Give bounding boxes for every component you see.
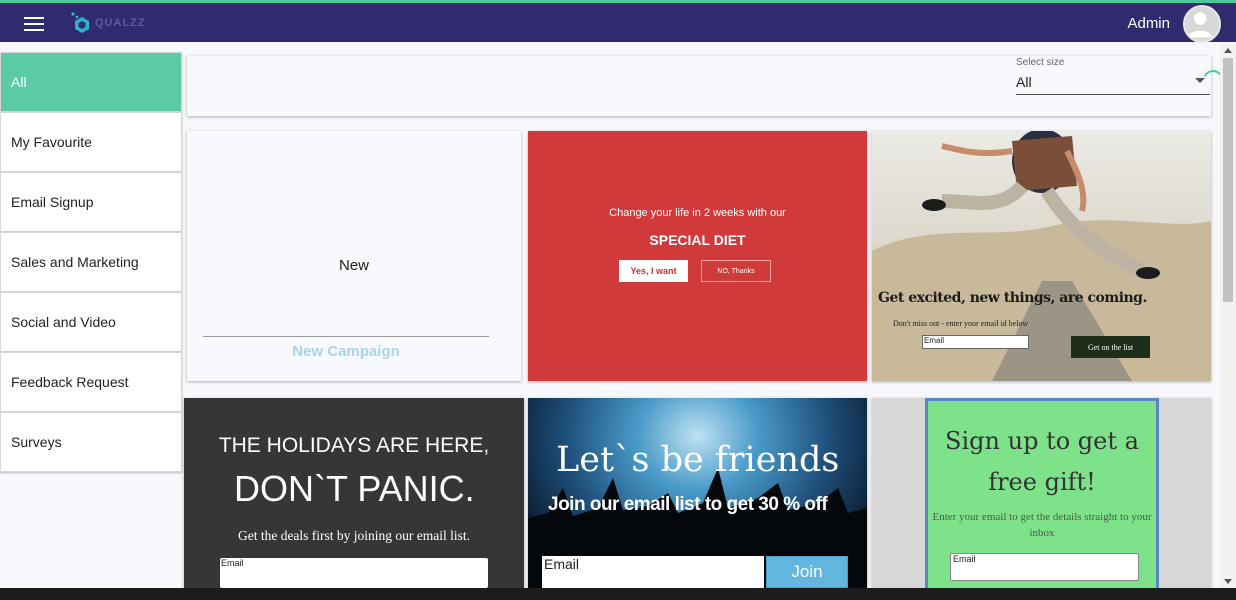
size-select[interactable]: All xyxy=(1016,74,1032,90)
gift-headline: Sign up to get a free gift! xyxy=(945,427,1139,496)
diet-intro-text: Change your life in 2 weeks with our xyxy=(609,207,786,219)
new-campaign-card[interactable]: New New Campaign xyxy=(187,131,521,381)
no-thanks-button[interactable]: NO, Thanks xyxy=(701,260,771,282)
sidebar-item-label: Sales and Marketing xyxy=(11,254,139,270)
template-card-get-excited[interactable]: Get excited, new things, are coming. Don… xyxy=(872,131,1211,381)
sidebar-item-label: Feedback Request xyxy=(11,374,129,390)
filter-bar: Select size All xyxy=(187,56,1211,116)
diet-headline: SPECIAL DIET xyxy=(649,232,746,248)
template-card-free-gift[interactable]: Sign up to get a free gift! Enter your e… xyxy=(872,398,1211,588)
sidebar-item-sales-marketing[interactable]: Sales and Marketing xyxy=(0,232,182,292)
sidebar-item-feedback-request[interactable]: Feedback Request xyxy=(0,352,182,412)
vertical-scrollbar[interactable] xyxy=(1220,44,1236,588)
brand-logo[interactable]: QUALZZ xyxy=(70,8,146,38)
email-field[interactable]: Email xyxy=(950,553,1139,581)
size-select-label: Select size xyxy=(1016,57,1065,68)
scroll-thumb[interactable] xyxy=(1223,58,1233,302)
excited-subtext: Don't miss out - enter your email id bel… xyxy=(893,319,1029,328)
sidebar-item-my-favourite[interactable]: My Favourite xyxy=(0,112,182,172)
sidebar-item-all[interactable]: All xyxy=(0,52,182,112)
scroll-down-icon[interactable] xyxy=(1224,579,1232,584)
divider xyxy=(203,336,489,337)
join-button[interactable]: Join xyxy=(766,556,848,588)
sidebar-item-label: All xyxy=(11,74,27,90)
app-header: QUALZZ Admin xyxy=(0,3,1236,43)
logo-hexagon-icon xyxy=(71,12,89,33)
sidebar-item-surveys[interactable]: Surveys xyxy=(0,412,182,472)
sidebar-item-label: Email Signup xyxy=(11,194,94,210)
gift-panel: Sign up to get a free gift! Enter your e… xyxy=(925,398,1159,588)
scroll-up-icon[interactable] xyxy=(1224,48,1232,53)
sidebar-item-email-signup[interactable]: Email Signup xyxy=(0,172,182,232)
user-avatar-icon xyxy=(1187,12,1213,38)
holidays-subheadline: DON`T PANIC. xyxy=(234,468,475,509)
yes-button[interactable]: Yes, I want xyxy=(619,260,688,282)
sidebar-item-label: My Favourite xyxy=(11,134,92,150)
email-field[interactable]: Email xyxy=(922,335,1029,349)
menu-icon[interactable] xyxy=(24,17,44,31)
excited-headline: Get excited, new things, are coming. xyxy=(878,290,1147,306)
category-sidebar: All My Favourite Email Signup Sales and … xyxy=(0,52,182,472)
bottom-bar xyxy=(0,588,1236,600)
new-campaign-button[interactable]: New Campaign xyxy=(187,343,505,360)
brand-name: QUALZZ xyxy=(95,17,146,29)
holidays-body: Get the deals first by joining our email… xyxy=(237,528,471,543)
sidebar-item-label: Surveys xyxy=(11,434,62,450)
friends-body: Join our email list to get 30 % off xyxy=(548,494,828,515)
friends-headline: Let`s be friends xyxy=(556,440,840,480)
gift-body: Enter your email to get the details stra… xyxy=(932,511,1152,539)
user-name[interactable]: Admin xyxy=(1127,15,1170,32)
template-card-holidays[interactable]: THE HOLIDAYS ARE HERE, DON`T PANIC. Get … xyxy=(184,398,524,588)
template-card-special-diet[interactable]: Change your life in 2 weeks with our SPE… xyxy=(528,131,867,381)
template-card-lets-be-friends[interactable]: Let`s be friends Join our email list to … xyxy=(528,398,867,588)
avatar[interactable] xyxy=(1183,5,1221,43)
sidebar-item-label: Social and Video xyxy=(11,314,116,330)
size-select-underline xyxy=(1016,94,1210,95)
sidebar-item-social-video[interactable]: Social and Video xyxy=(0,292,182,352)
email-field[interactable]: Email xyxy=(220,558,488,588)
get-on-list-button[interactable]: Get on the list xyxy=(1071,336,1150,358)
holidays-headline: THE HOLIDAYS ARE HERE, xyxy=(218,434,490,457)
email-field[interactable]: Email xyxy=(542,556,764,588)
new-card-title: New xyxy=(338,257,369,274)
